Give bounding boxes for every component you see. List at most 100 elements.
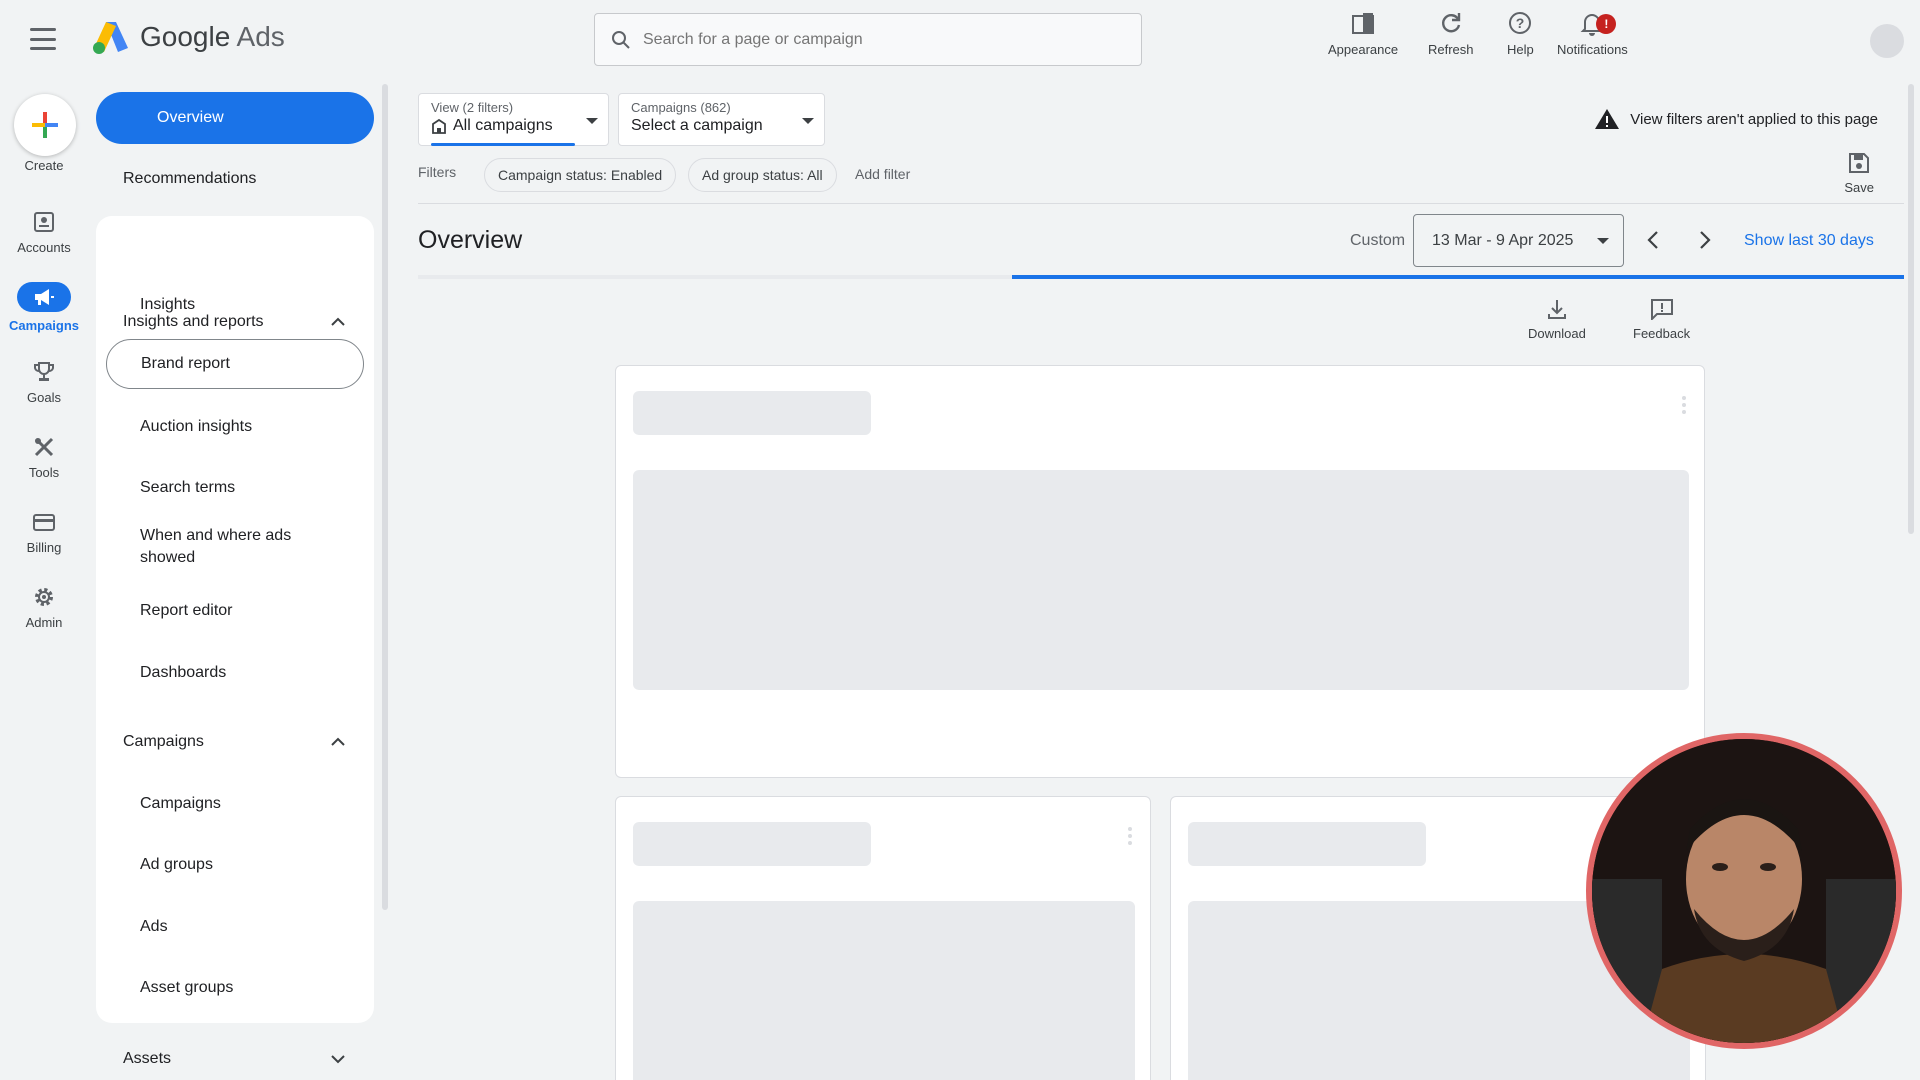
view-filter-dropdown[interactable]: View (2 filters) All campaigns xyxy=(418,93,609,146)
google-ads-logo[interactable]: Google Ads xyxy=(92,20,285,54)
goals-label: Goals xyxy=(27,390,61,405)
refresh-button[interactable]: Refresh xyxy=(1428,10,1474,57)
nav-item-campaigns[interactable]: Campaigns xyxy=(140,793,221,815)
nav-item-search-terms[interactable]: Search terms xyxy=(140,477,235,499)
presenter-video xyxy=(1592,739,1896,1043)
filters-label: Filters xyxy=(418,164,457,180)
billing-card-icon xyxy=(33,514,55,531)
skeleton-chart xyxy=(633,470,1689,690)
save-label: Save xyxy=(1844,180,1874,195)
svg-text:?: ? xyxy=(1516,15,1525,31)
nav-overview[interactable]: Overview xyxy=(96,92,374,144)
rail-billing[interactable]: Billing xyxy=(0,510,88,555)
loading-progress-fill xyxy=(1012,275,1904,279)
side-nav: Overview Recommendations Insights and re… xyxy=(96,80,376,1080)
account-avatar[interactable] xyxy=(1870,24,1904,58)
refresh-icon xyxy=(1441,13,1460,33)
create-button[interactable] xyxy=(14,94,76,156)
skeleton-title xyxy=(1188,822,1426,866)
rail-campaigns[interactable]: Campaigns xyxy=(0,282,88,333)
filter-warning-text: View filters aren't applied to this page xyxy=(1630,110,1878,128)
filter-divider xyxy=(418,203,1904,204)
nav-item-report-editor[interactable]: Report editor xyxy=(140,600,233,622)
filter-warning: View filters aren't applied to this page xyxy=(1594,108,1878,130)
nav-assets-header[interactable]: Assets xyxy=(123,1050,171,1068)
billing-label: Billing xyxy=(26,540,62,555)
page-scrollbar[interactable] xyxy=(1908,84,1914,534)
save-button[interactable]: Save xyxy=(1844,152,1874,195)
date-mode-label: Custom xyxy=(1350,232,1406,249)
more-vert-icon[interactable] xyxy=(1682,396,1686,414)
building-icon xyxy=(432,118,446,134)
help-button[interactable]: ? Help xyxy=(1507,10,1534,57)
chevron-down-icon[interactable] xyxy=(330,1054,346,1064)
search-input[interactable] xyxy=(643,30,1103,49)
nav-item-asset-groups[interactable]: Asset groups xyxy=(140,977,233,999)
view-filter-value-text: All campaigns xyxy=(453,117,553,134)
notifications-badge: ! xyxy=(1596,14,1617,34)
create-label: Create xyxy=(24,158,64,173)
help-icon: ? xyxy=(1509,12,1532,34)
trophy-icon xyxy=(34,362,54,381)
campaign-filter-value: Select a campaign xyxy=(631,117,763,134)
menu-icon[interactable] xyxy=(30,28,56,50)
campaigns-active-pill xyxy=(17,282,71,312)
campaigns-header[interactable]: Campaigns xyxy=(123,733,204,751)
nav-item-ad-groups[interactable]: Ad groups xyxy=(140,854,213,876)
date-range-picker[interactable]: 13 Mar - 9 Apr 2025 xyxy=(1413,214,1624,267)
campaigns-label: Campaigns xyxy=(8,318,80,333)
top-bar: Google Ads Appearance Refresh ? Help xyxy=(0,0,1920,80)
more-vert-icon[interactable] xyxy=(1128,827,1132,845)
chevron-up-icon[interactable] xyxy=(330,317,346,327)
nav-item-brand-report-label: Brand report xyxy=(141,355,230,372)
date-range-value: 13 Mar - 9 Apr 2025 xyxy=(1432,231,1574,249)
nav-item-when-where[interactable]: When and where ads showed xyxy=(140,525,320,569)
rail-accounts[interactable]: Accounts xyxy=(0,210,88,255)
help-label: Help xyxy=(1507,42,1534,57)
webcam-overlay xyxy=(1586,733,1902,1049)
download-button[interactable]: Download xyxy=(1528,298,1586,341)
caret-down-icon xyxy=(1597,238,1609,244)
rail-tools[interactable]: Tools xyxy=(0,435,88,480)
loading-card-main xyxy=(615,365,1705,778)
feedback-label: Feedback xyxy=(1633,326,1691,341)
show-last-30-days-link[interactable]: Show last 30 days xyxy=(1744,232,1874,250)
notifications-button[interactable]: Notifications ! xyxy=(1557,10,1628,57)
nav-item-insights[interactable]: Insights xyxy=(140,294,195,316)
chevron-up-icon[interactable] xyxy=(330,737,346,747)
warning-icon xyxy=(1595,109,1620,129)
nav-item-ads[interactable]: Ads xyxy=(140,916,168,938)
campaigns-header-label: Campaigns xyxy=(123,733,204,750)
caret-down-icon xyxy=(586,118,598,124)
tools-label: Tools xyxy=(28,465,60,480)
download-icon xyxy=(1547,300,1566,319)
appearance-label: Appearance xyxy=(1328,42,1399,57)
filter-chip-ad-group-status[interactable]: Ad group status: All xyxy=(688,158,837,192)
left-rail: Create Accounts Campaigns Goals Tools Bi… xyxy=(0,80,88,1080)
notifications-label: Notifications xyxy=(1557,42,1628,57)
view-filter-label: View (2 filters) xyxy=(431,100,514,115)
appearance-button[interactable]: Appearance xyxy=(1328,10,1398,57)
nav-recommendations[interactable]: Recommendations xyxy=(123,170,256,188)
gear-icon xyxy=(35,588,53,606)
nav-scrollbar[interactable] xyxy=(382,84,388,910)
nav-item-dashboards[interactable]: Dashboards xyxy=(140,662,226,684)
megaphone-icon xyxy=(35,289,54,305)
search-box[interactable] xyxy=(594,13,1142,66)
refresh-label: Refresh xyxy=(1428,42,1474,57)
loading-card-left xyxy=(615,796,1151,1080)
rail-goals[interactable]: Goals xyxy=(0,360,88,405)
skeleton-chart xyxy=(633,901,1135,1080)
skeleton-title xyxy=(633,822,871,866)
nav-item-brand-report[interactable]: Brand report xyxy=(106,339,364,389)
filter-chip-campaign-status[interactable]: Campaign status: Enabled xyxy=(484,158,677,192)
chevron-left-icon[interactable] xyxy=(1646,230,1660,250)
rail-admin[interactable]: Admin xyxy=(0,585,88,630)
add-filter-button[interactable]: Add filter xyxy=(855,166,910,182)
feedback-button[interactable]: Feedback xyxy=(1633,298,1690,341)
nav-item-auction-insights[interactable]: Auction insights xyxy=(140,416,252,438)
insights-reports-card: Insights and reports xyxy=(96,216,374,787)
campaign-filter-dropdown[interactable]: Campaigns (862) Select a campaign xyxy=(618,93,825,146)
accounts-icon xyxy=(34,212,54,232)
chevron-right-icon[interactable] xyxy=(1698,230,1712,250)
